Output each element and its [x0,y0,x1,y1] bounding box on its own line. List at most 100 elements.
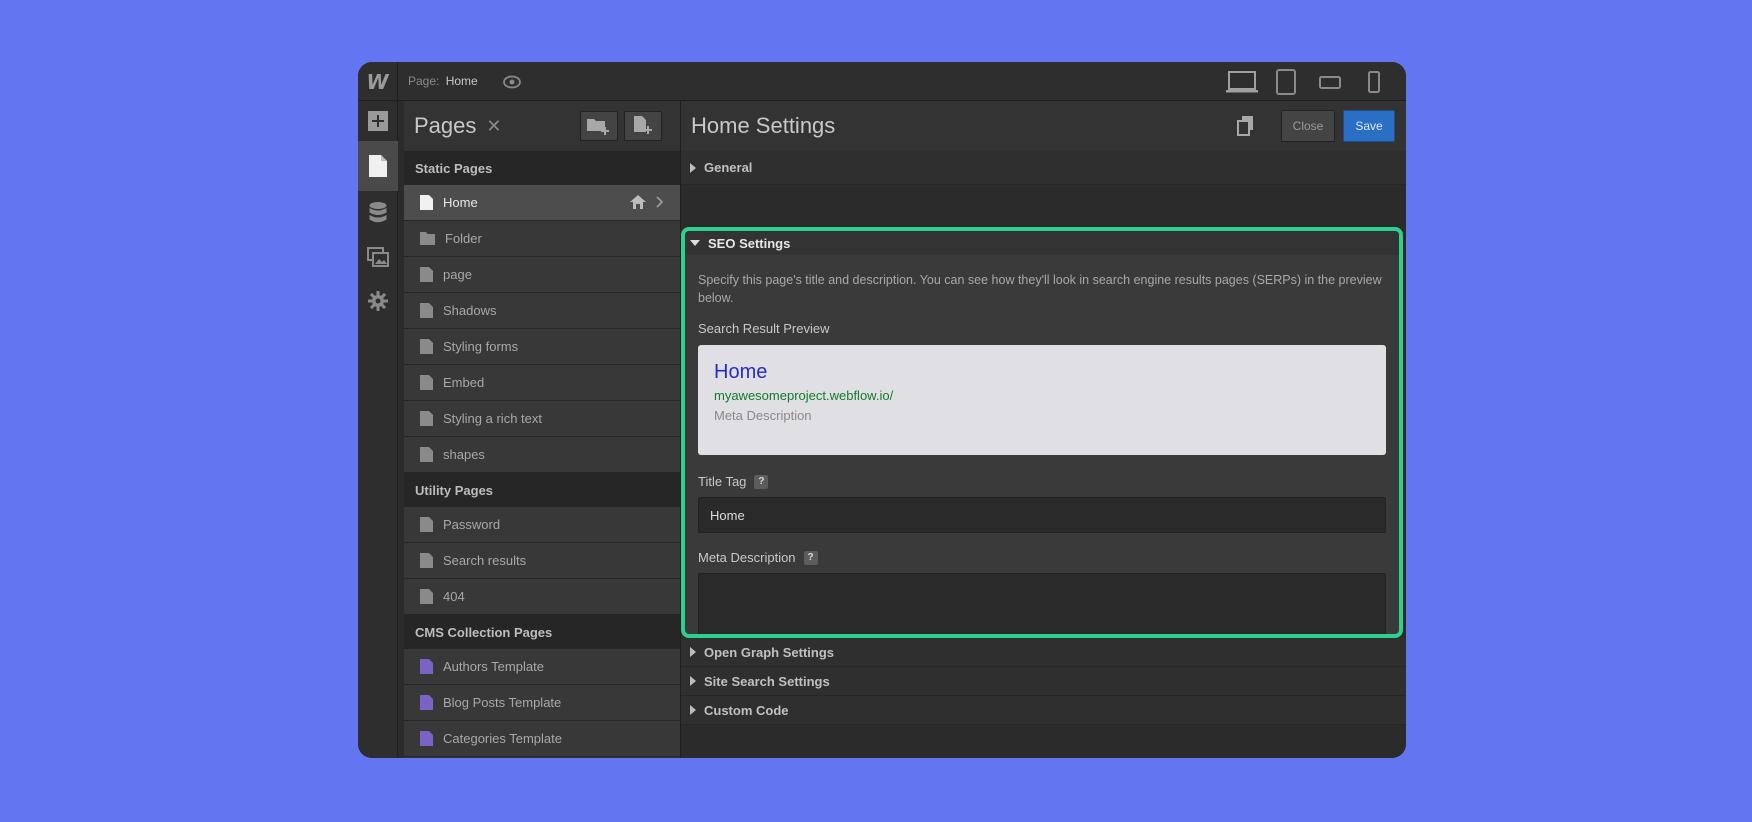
settings-title: Home Settings [691,113,836,138]
images-icon [367,247,389,267]
page-item-label: Blog Posts Template [443,695,562,710]
page-item-label: 404 [443,589,465,604]
page-icon [420,517,433,532]
page-item-label: Styling a rich text [443,411,542,426]
current-page-indicator[interactable]: Page: Home [408,74,478,88]
caret-down-icon [690,240,700,246]
section-label: Site Search Settings [704,673,830,689]
page-item-label: Search results [443,553,527,568]
laptop-icon [1226,71,1258,93]
page-item-password[interactable]: Password [404,507,680,543]
add-page-button[interactable] [624,111,662,141]
caret-right-icon [690,162,696,173]
caret-right-icon [690,676,696,686]
page-item-label: shapes [443,447,485,462]
plus-box-icon [368,111,388,131]
page-icon [420,267,433,282]
section-label: General [704,160,753,175]
settings-header: Home Settings Close Save [681,101,1406,151]
general-section-toggle[interactable]: General [681,151,1406,185]
page-icon [420,375,433,390]
desktop-view-button[interactable] [1222,68,1262,96]
cms-panel-button[interactable] [358,191,398,235]
meta-description-input[interactable] [698,573,1386,634]
settings-panel-button[interactable] [358,279,398,323]
open-graph-section-toggle[interactable]: Open Graph Settings [681,638,1406,667]
cms-page-icon [420,731,433,746]
seo-settings-toggle[interactable]: SEO Settings [685,231,1399,255]
preview-title: Home [714,361,768,383]
cms-page-icon [420,695,433,710]
assets-panel-button[interactable] [358,235,398,279]
gear-icon [368,291,388,311]
page-item-404[interactable]: 404 [404,579,680,615]
mobile-landscape-view-button[interactable] [1310,68,1350,96]
collapsed-sections: Open Graph Settings Site Search Settings… [681,638,1406,725]
site-search-section-toggle[interactable]: Site Search Settings [681,667,1406,696]
phone-portrait-icon [1368,71,1380,93]
cms-page-icon [420,659,433,674]
help-icon[interactable]: ? [803,550,818,565]
webflow-window: W Page: Home Pages ✕ Static Pages Home F… [358,62,1406,758]
page-item-shapes[interactable]: shapes [404,437,680,473]
pages-panel: Pages ✕ Static Pages Home Folder page Sh… [404,101,680,758]
close-icon[interactable]: ✕ [486,116,501,137]
page-item-styling-forms[interactable]: Styling forms [404,329,680,365]
duplicate-icon[interactable] [1237,116,1255,136]
pages-panel-title: Pages [414,113,477,138]
page-item-home[interactable]: Home [404,185,680,221]
custom-code-section-toggle[interactable]: Custom Code [681,696,1406,725]
tablet-icon [1276,69,1296,95]
chevron-right-icon[interactable] [656,196,664,208]
page-icon [420,447,433,462]
preview-meta-description: Meta Description [714,408,812,423]
page-item-blog-posts-template[interactable]: Blog Posts Template [404,685,680,721]
top-bar: W Page: Home [358,62,1406,101]
meta-description-label: Meta Description ? [698,550,1386,565]
page-item-label: Folder [445,231,482,246]
add-panel-button[interactable] [358,101,398,141]
page-icon [420,589,433,604]
home-icon [630,195,646,209]
section-label: SEO Settings [708,235,791,251]
section-label: Open Graph Settings [704,644,835,660]
page-item-shadows[interactable]: Shadows [404,293,680,329]
page-prefix: Page: [408,74,440,88]
page-item-label: Password [443,517,501,532]
tablet-view-button[interactable] [1266,68,1306,96]
section-label: Custom Code [704,702,789,718]
title-tag-label: Title Tag ? [698,474,1386,489]
search-preview-label: Search Result Preview [698,321,830,336]
page-item-search-results[interactable]: Search results [404,543,680,579]
page-item-page[interactable]: page [404,257,680,293]
webflow-logo[interactable]: W [358,62,398,101]
page-icon [420,195,433,210]
page-item-categories-template[interactable]: Categories Template [404,721,680,757]
page-item-embed[interactable]: Embed [404,365,680,401]
page-icon [420,303,433,318]
eye-icon[interactable] [502,72,522,92]
page-item-folder[interactable]: Folder [404,221,680,257]
page-item-label: page [443,267,472,282]
page-item-label: Home [443,195,478,210]
page-item-styling-rich-text[interactable]: Styling a rich text [404,401,680,437]
page-name: Home [445,74,478,88]
device-switcher [1222,68,1394,96]
section-static-pages: Static Pages [404,151,680,185]
mobile-portrait-view-button[interactable] [1354,68,1394,96]
caret-right-icon [690,705,696,715]
close-button[interactable]: Close [1281,110,1335,142]
page-plus-icon [634,116,652,134]
section-cms-collection-pages: CMS Collection Pages [404,615,680,649]
page-icon [420,553,433,568]
add-folder-button[interactable] [580,111,618,141]
help-icon[interactable]: ? [754,474,769,489]
caret-right-icon [690,647,696,657]
page-item-authors-template[interactable]: Authors Template [404,649,680,685]
title-tag-input[interactable]: Home [698,497,1386,533]
pages-panel-button[interactable] [358,141,398,191]
folder-icon [420,232,435,245]
section-utility-pages: Utility Pages [404,473,680,507]
page-item-label: Categories Template [443,731,562,746]
save-button[interactable]: Save [1343,110,1395,142]
